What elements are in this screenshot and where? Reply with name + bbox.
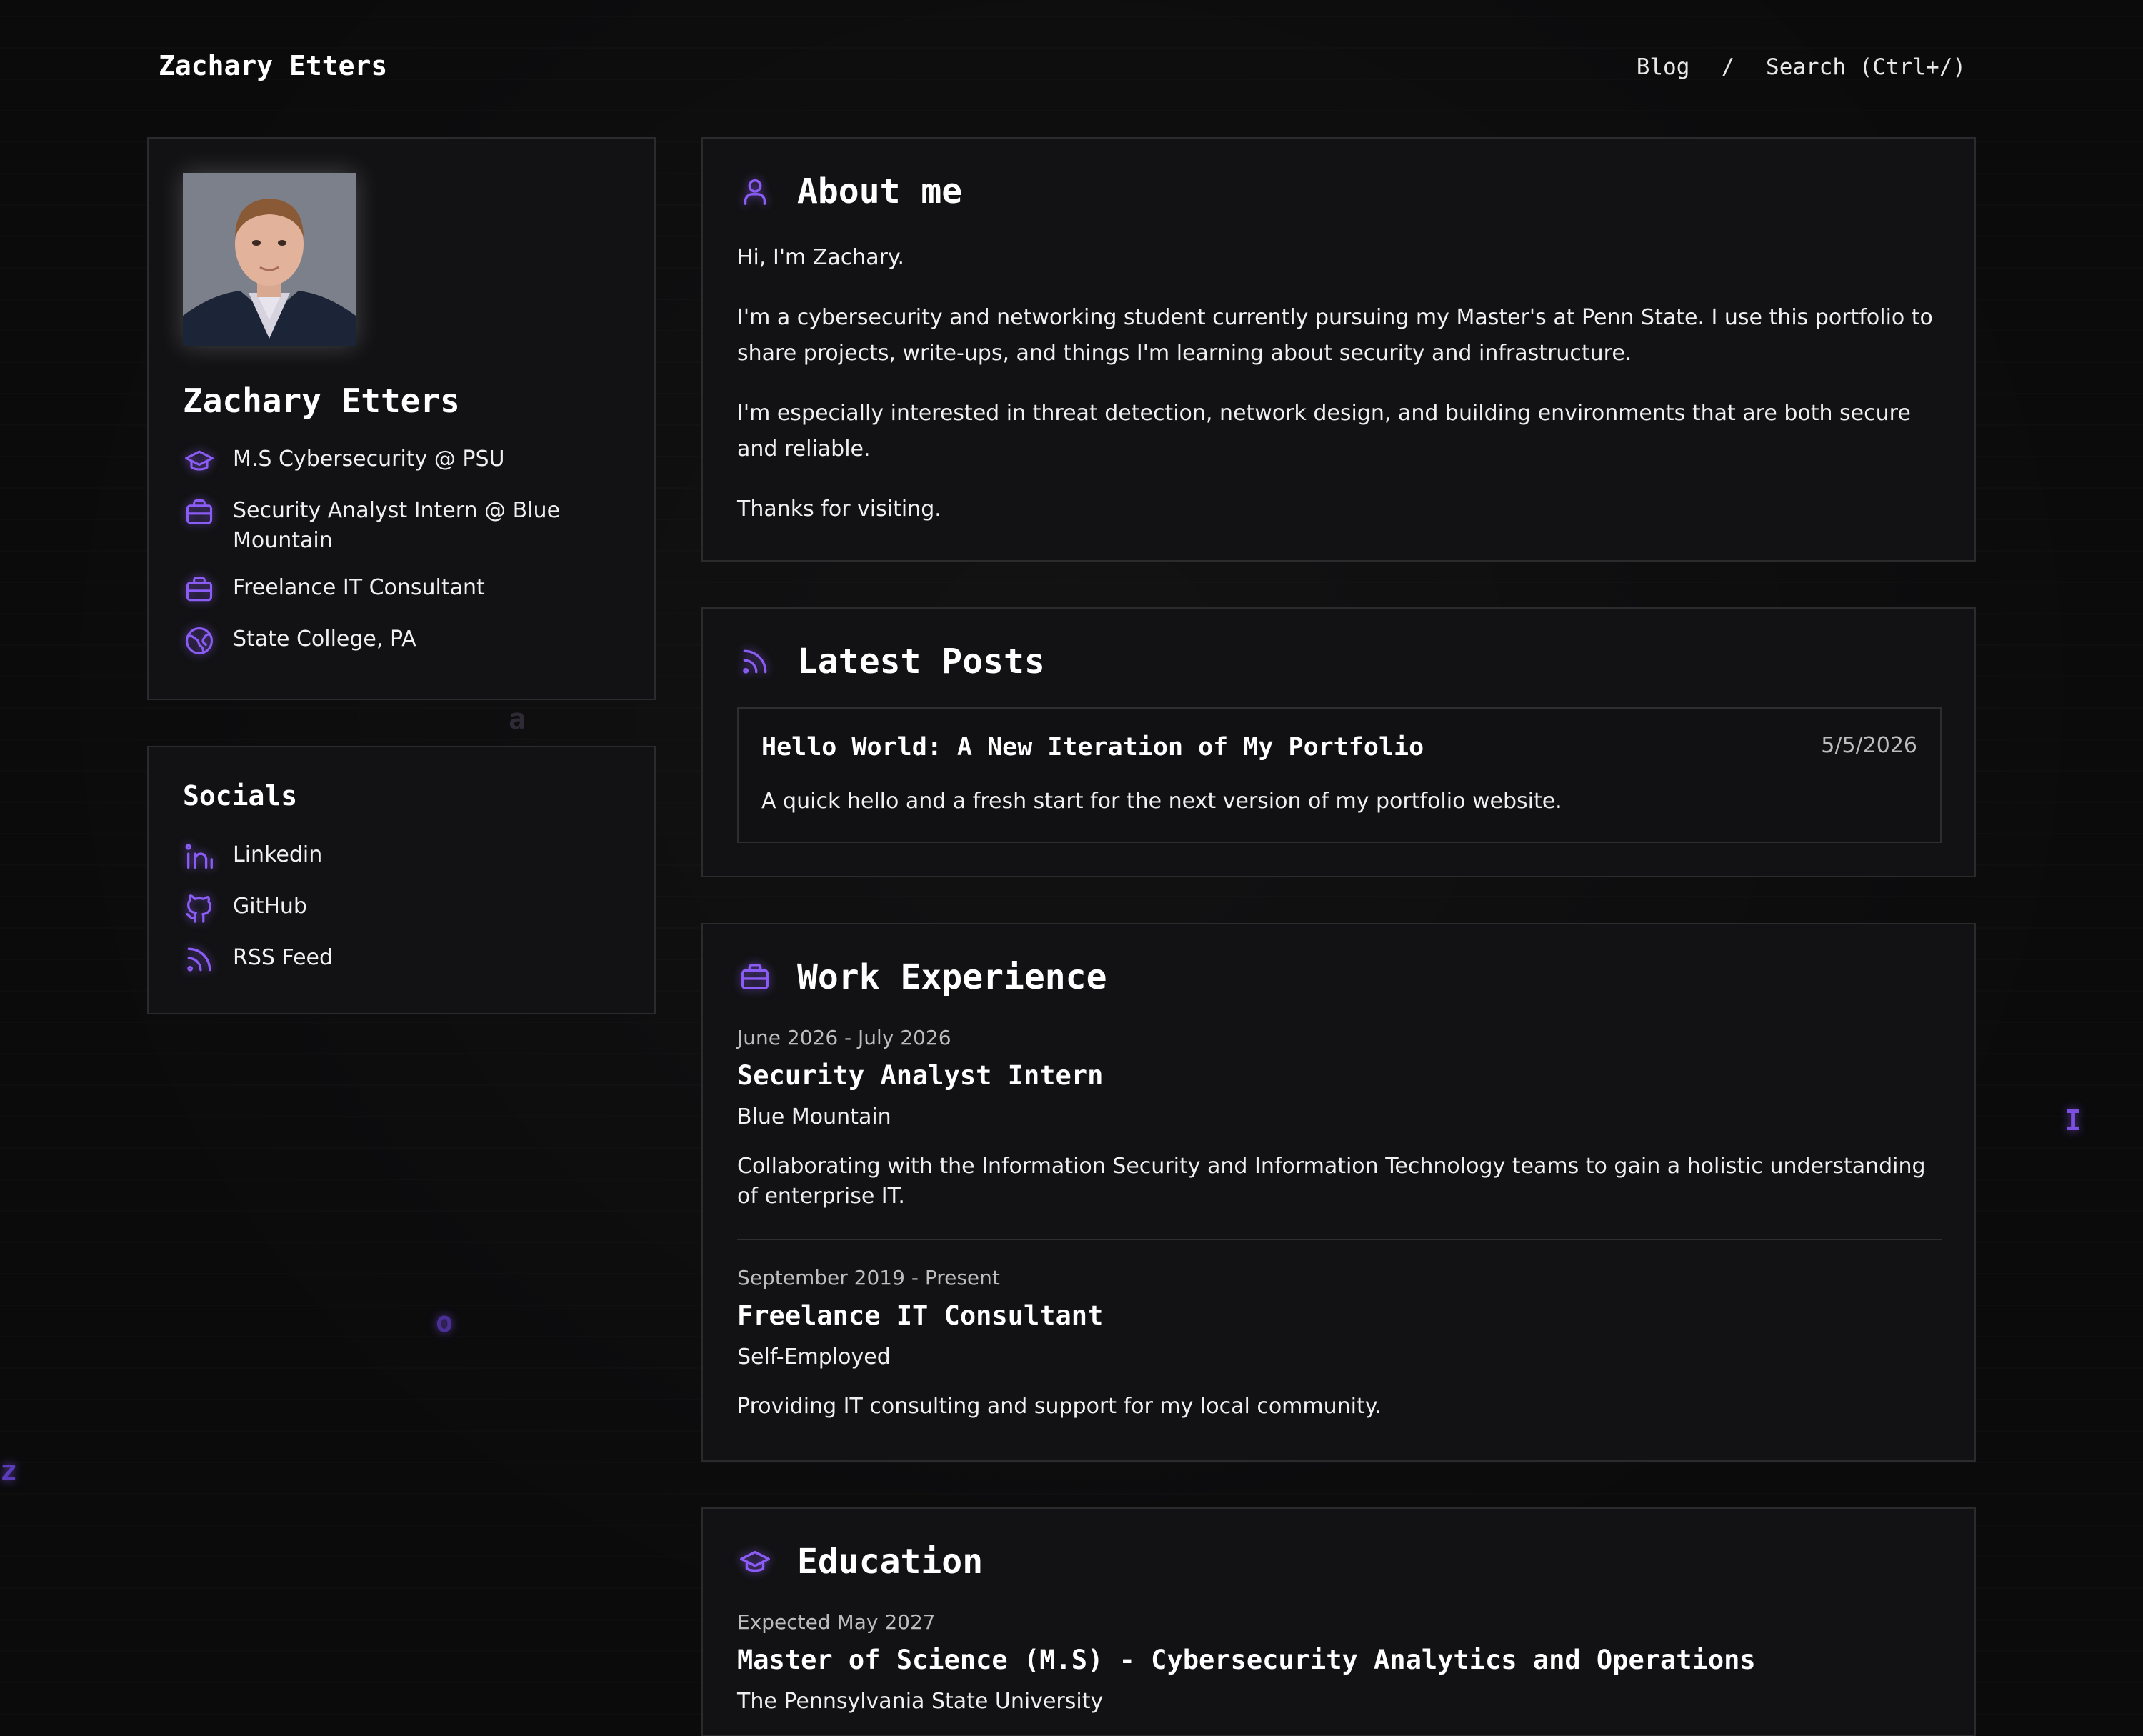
post-title[interactable]: Hello World: A New Iteration of My Portf… [761,733,1424,762]
latest-posts-card: Latest Posts Hello World: A New Iteratio… [701,607,1976,877]
job-divider [737,1239,1942,1240]
post-date: 5/5/2026 [1821,733,1917,758]
avatar [183,173,356,346]
job-dates: September 2019 - Present [737,1266,1000,1289]
background-letter: a [509,703,526,736]
work-header: Work Experience [737,957,1107,997]
job-dates: June 2026 - July 2026 [737,1026,951,1049]
background-letter: z [0,1455,18,1487]
job-title: Freelance IT Consultant [737,1300,1104,1331]
education-school: The Pennsylvania State University [737,1689,1104,1714]
social-link-linkedin[interactable]: Linkedin [183,840,322,873]
about-card: About me Hi, I'm Zachary. I'm a cybersec… [701,137,1976,562]
about-paragraph: Thanks for visiting. [737,497,941,522]
education-dates: Expected May 2027 [737,1610,936,1634]
education-degree: Master of Science (M.S) - Cybersecurity … [737,1645,1756,1675]
profile-location-item: State College, PA [183,624,416,657]
profile-job-item: Security Analyst Intern @ Blue Mountain [183,496,604,556]
nav-blog-link[interactable]: Blog [1637,54,1690,80]
job-description: Collaborating with the Information Secur… [737,1154,1926,1209]
globe-icon [183,624,216,657]
user-icon [737,174,773,209]
about-title: About me [797,171,963,211]
profile-education-item: M.S Cybersecurity @ PSU [183,444,504,477]
linkedin-icon [183,840,216,873]
profile-job-item: Freelance IT Consultant [183,573,485,606]
education-title: Education [797,1542,984,1582]
work-experience-card: Work Experience June 2026 - July 2026 Se… [701,923,1976,1462]
profile-card: Zachary Etters M.S Cybersecurity @ PSU S… [147,137,656,700]
site-title-link[interactable]: Zachary Etters [159,50,387,81]
about-header: About me [737,171,962,211]
education-header: Education [737,1542,983,1582]
job-organization: Self-Employed [737,1345,891,1370]
briefcase-icon [737,959,773,995]
socials-title: Socials [183,780,298,812]
github-icon [183,892,216,924]
top-nav: Blog / Search (Ctrl+/) [1637,54,1966,80]
job-organization: Blue Mountain [737,1104,891,1129]
background-letter: I [2064,1104,2082,1137]
work-title: Work Experience [797,957,1107,997]
rss-icon [183,943,216,976]
profile-name: Zachary Etters [183,381,460,420]
socials-card: Socials Linkedin GitHub RSS Feed [147,746,656,1014]
job-title: Security Analyst Intern [737,1060,1104,1091]
graduation-cap-icon [737,1544,773,1580]
background-letter: o [436,1306,454,1339]
posts-header: Latest Posts [737,642,1045,682]
job-description: Providing IT consulting and support for … [737,1394,1382,1419]
posts-title: Latest Posts [797,642,1045,682]
post-description: A quick hello and a fresh start for the … [761,789,1562,814]
social-link-rss[interactable]: RSS Feed [183,943,333,976]
nav-separator: / [1721,54,1735,80]
graduation-cap-icon [183,444,216,477]
about-paragraph: I'm a cybersecurity and networking stude… [737,305,1933,366]
education-card: Education Expected May 2027 Master of Sc… [701,1507,1976,1736]
about-paragraph: Hi, I'm Zachary. [737,245,904,270]
about-paragraph: I'm especially interested in threat dete… [737,401,1911,462]
rss-icon [737,644,773,679]
briefcase-icon [183,573,216,606]
briefcase-icon [183,496,216,529]
post-card[interactable]: Hello World: A New Iteration of My Portf… [737,707,1942,843]
site-header: Zachary Etters Blog / Search (Ctrl+/) [159,44,1966,94]
nav-search-button[interactable]: Search (Ctrl+/) [1766,54,1966,80]
social-link-github[interactable]: GitHub [183,892,307,924]
